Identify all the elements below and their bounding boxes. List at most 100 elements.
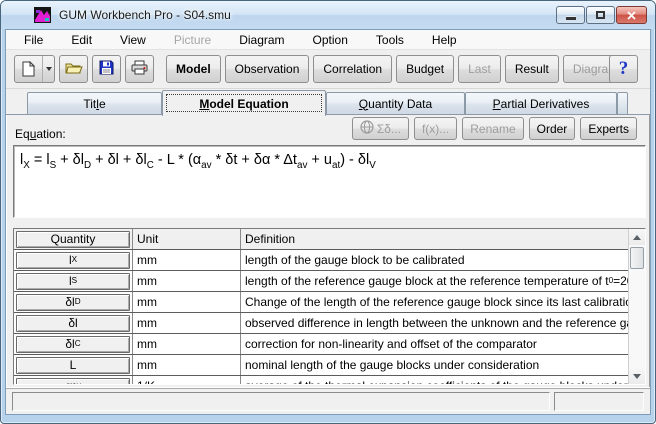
status-bar (6, 388, 650, 414)
table-body: lX mm length of the gauge block to be ca… (14, 250, 628, 384)
scrollbar-thumb[interactable] (630, 247, 644, 269)
equation-label: Equation: (15, 127, 66, 141)
table-row: δl mm observed difference in length betw… (14, 313, 628, 334)
scroll-down-button[interactable] (629, 368, 645, 384)
quantity-button[interactable]: δlC (16, 336, 130, 353)
title-bar[interactable]: GUM Workbench Pro - S04.smu (1, 1, 655, 29)
definition-cell[interactable]: Change of the length of the reference ga… (241, 292, 628, 312)
quantity-button[interactable]: L (16, 357, 130, 374)
help-button[interactable]: ? (609, 55, 638, 83)
window-title: GUM Workbench Pro - S04.smu (59, 8, 231, 22)
rename-button[interactable]: Rename (462, 117, 523, 140)
open-folder-icon (65, 61, 83, 78)
table-row: lS mm length of the reference gauge bloc… (14, 271, 628, 292)
table-header-row: Quantity Unit Definition (14, 229, 628, 250)
new-dropdown-arrow-icon[interactable] (42, 56, 54, 82)
unit-cell[interactable]: mm (132, 271, 241, 291)
definition-cell[interactable]: length of the reference gauge block at t… (241, 271, 628, 291)
minimize-button[interactable] (556, 6, 585, 24)
tab-strip: Title Model Equation Quantity Data Parti… (6, 90, 650, 115)
equation-editor[interactable]: lX = lS + δlD + δl + δlC - L * (αav * δt… (13, 145, 646, 218)
result-button[interactable]: Result (505, 55, 559, 83)
table-row: δlC mm correction for non-linearity and … (14, 334, 628, 355)
menu-edit[interactable]: Edit (57, 30, 106, 49)
arrow-up-icon (633, 235, 641, 240)
print-button[interactable] (125, 55, 154, 83)
new-file-button[interactable] (14, 55, 55, 83)
open-file-button[interactable] (59, 55, 88, 83)
close-icon (627, 11, 636, 20)
new-document-icon (15, 61, 42, 77)
menu-view[interactable]: View (106, 30, 160, 49)
table-row: lX mm length of the gauge block to be ca… (14, 250, 628, 271)
menu-option[interactable]: Option (299, 30, 362, 49)
menu-picture[interactable]: Picture (160, 30, 225, 49)
scroll-up-button[interactable] (629, 229, 645, 245)
quantity-button[interactable]: δl (16, 315, 130, 332)
quantity-button[interactable]: δlD (16, 294, 130, 311)
tab-partial-derivatives[interactable]: Partial Derivatives (465, 92, 617, 114)
window-controls (556, 6, 647, 24)
menu-help[interactable]: Help (418, 30, 471, 49)
toolbar: Model Observation Correlation Budget (6, 50, 650, 89)
help-question-icon: ? (619, 58, 629, 80)
table-row: δlD mm Change of the length of the refer… (14, 292, 628, 313)
quantity-table: Quantity Unit Definition lX mm (13, 228, 646, 385)
status-panel-right (554, 392, 644, 411)
vertical-scrollbar[interactable] (628, 229, 645, 384)
definition-cell[interactable]: correction for non-linearity and offset … (241, 334, 628, 354)
maximize-button[interactable] (586, 6, 615, 24)
unit-cell[interactable]: mm (132, 355, 241, 375)
tab-quantity-data[interactable]: Quantity Data (326, 92, 465, 114)
close-button[interactable] (616, 6, 647, 24)
menu-diagram[interactable]: Diagram (225, 30, 298, 49)
model-equation-panel: Equation: Σδ... f(x)... (6, 115, 650, 392)
app-window: GUM Workbench Pro - S04.smu File (0, 0, 656, 424)
menu-file[interactable]: File (10, 30, 57, 49)
client-area: File Edit View Picture Diagram (5, 29, 651, 415)
tab-model-equation[interactable]: Model Equation (162, 90, 326, 116)
unit-cell[interactable]: 1/K (132, 376, 241, 384)
globe-sigma-icon (360, 120, 374, 137)
function-button[interactable]: f(x)... (414, 117, 457, 140)
status-panel-left (12, 392, 550, 411)
budget-button[interactable]: Budget (396, 55, 454, 83)
correlation-button[interactable]: Correlation (313, 55, 392, 83)
section-buttons: Model Observation Correlation Budget (166, 55, 632, 83)
experts-button[interactable]: Experts (580, 117, 637, 140)
unit-cell[interactable]: mm (132, 334, 241, 354)
definition-cell[interactable]: average of the thermal expansion coeffic… (241, 376, 628, 384)
last-button[interactable]: Last (458, 55, 501, 83)
tab-title[interactable]: Title (27, 92, 162, 114)
model-equation-text: lX = lS + δlD + δl + δlC - L * (αav * δt… (14, 146, 645, 174)
save-floppy-icon (99, 60, 114, 78)
quantity-button[interactable]: lS (16, 273, 130, 290)
unit-column-header: Unit (132, 229, 241, 249)
print-icon (131, 60, 148, 78)
definition-cell[interactable]: length of the gauge block to be calibrat… (241, 250, 628, 270)
menu-bar: File Edit View Picture Diagram (6, 30, 650, 50)
equation-toolbar: Σδ... f(x)... Rename Order Experts (352, 117, 637, 140)
model-button[interactable]: Model (166, 55, 221, 83)
table-row: αav 1/K average of the thermal expansion… (14, 376, 628, 384)
quantity-button[interactable]: lX (16, 252, 130, 269)
definition-cell[interactable]: observed difference in length between th… (241, 313, 628, 333)
unit-cell[interactable]: mm (132, 250, 241, 270)
app-icon[interactable] (34, 7, 51, 23)
tab-stub (617, 92, 628, 114)
quantity-button[interactable]: αav (16, 378, 130, 385)
save-button[interactable] (92, 55, 121, 83)
unit-cell[interactable]: mm (132, 292, 241, 312)
menu-tools[interactable]: Tools (362, 30, 418, 49)
arrow-down-icon (633, 374, 641, 379)
order-button[interactable]: Order (529, 117, 576, 140)
quantity-column-header: Quantity (16, 231, 130, 248)
definition-cell[interactable]: nominal length of the gauge blocks under… (241, 355, 628, 375)
minimize-icon (566, 17, 576, 20)
table-row: L mm nominal length of the gauge blocks … (14, 355, 628, 376)
observation-button[interactable]: Observation (225, 55, 310, 83)
symbols-button[interactable]: Σδ... (352, 117, 409, 140)
unit-cell[interactable]: mm (132, 313, 241, 333)
definition-column-header: Definition (241, 229, 628, 249)
maximize-icon (596, 11, 605, 19)
